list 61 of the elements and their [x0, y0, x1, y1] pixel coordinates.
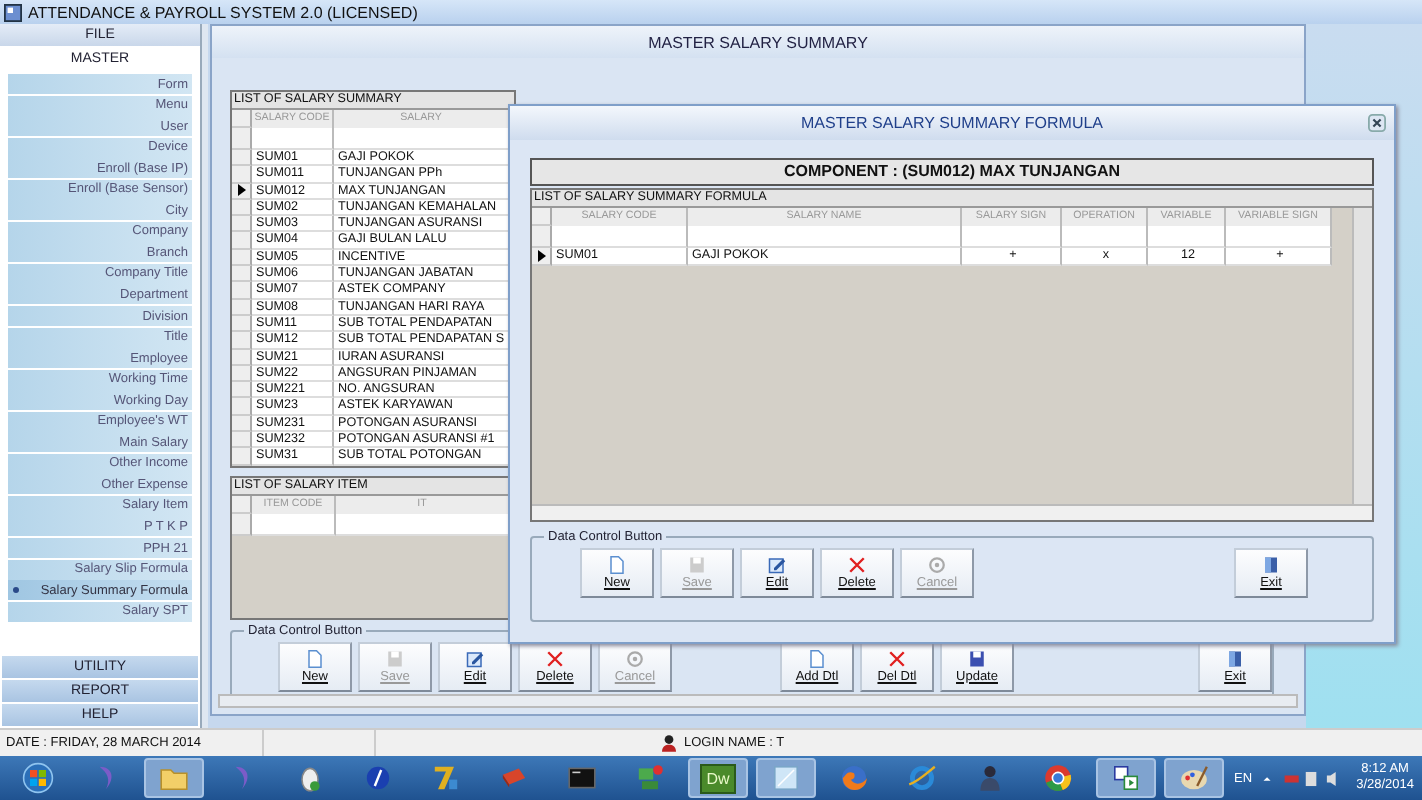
floppy-icon [386, 649, 404, 668]
new-row-cell[interactable] [252, 513, 336, 536]
horizontal-scrollbar[interactable] [532, 504, 1372, 520]
row-pointer-icon [537, 249, 545, 262]
figure-icon [974, 762, 1006, 794]
new-row-cell[interactable] [1062, 226, 1148, 248]
edit-icon [466, 649, 484, 668]
new-row-cell[interactable] [252, 128, 334, 150]
row-pointer-icon [237, 184, 245, 197]
door-icon [1226, 649, 1244, 668]
globe-icon [838, 762, 870, 794]
row-header[interactable] [532, 248, 552, 265]
selection-marker-icon [12, 586, 20, 595]
page-icon [608, 556, 626, 574]
app-icon [4, 3, 22, 21]
new-row-cell[interactable] [962, 226, 1062, 248]
floppy-icon [688, 556, 706, 574]
taskbar-button[interactable] [1096, 758, 1156, 798]
taskbar-button[interactable] [1164, 758, 1224, 798]
window-title: MASTER SALARY SUMMARY FORMULA [801, 114, 1103, 132]
e-logo-icon [906, 762, 938, 794]
disc-icon [362, 762, 394, 794]
page-icon [808, 649, 826, 668]
row-header [532, 208, 552, 226]
round-logo-icon [1042, 762, 1074, 794]
new-row-cell[interactable] [688, 226, 962, 248]
row-header [532, 226, 552, 248]
user-icon [662, 734, 676, 752]
row-header [232, 513, 252, 536]
row-header [232, 110, 252, 128]
new-row-cell[interactable] [1226, 226, 1332, 248]
cross-icon [848, 556, 866, 574]
network-icon [634, 762, 666, 794]
window-title: ATTENDANCE & PAYROLL SYSTEM 2.0 (LICENSED) [28, 3, 418, 21]
taskbar-button[interactable]: Dw [688, 758, 748, 798]
cross-icon [546, 649, 564, 668]
palette-icon [1178, 762, 1210, 794]
splitter[interactable] [202, 24, 208, 728]
new-row-cell[interactable] [334, 128, 510, 150]
new-row-cell[interactable] [552, 226, 688, 248]
windows-icon [1110, 762, 1142, 794]
cancel-icon [626, 649, 644, 668]
new-row-cell[interactable] [1148, 226, 1226, 248]
cancel-icon [928, 556, 946, 574]
start-orb-icon [22, 762, 54, 794]
window-title: MASTER SALARY SUMMARY [648, 33, 868, 51]
window-icon [770, 762, 802, 794]
new-row-cell[interactable] [336, 513, 510, 536]
page-icon [306, 649, 324, 668]
vertical-scrollbar[interactable] [1352, 208, 1372, 504]
app-icon: Dw [700, 763, 736, 793]
floppy-icon [968, 649, 986, 668]
edit-icon [768, 556, 786, 574]
door-icon [1262, 556, 1280, 574]
close-icon[interactable] [1368, 114, 1386, 132]
horizontal-scrollbar[interactable] [218, 694, 1298, 708]
component-header: COMPONENT : (SUM012) MAX TUNJANGAN [530, 158, 1374, 186]
row-header [232, 128, 252, 150]
terminal-icon [566, 762, 598, 794]
cross-icon [888, 649, 906, 668]
zip-icon [430, 762, 462, 794]
